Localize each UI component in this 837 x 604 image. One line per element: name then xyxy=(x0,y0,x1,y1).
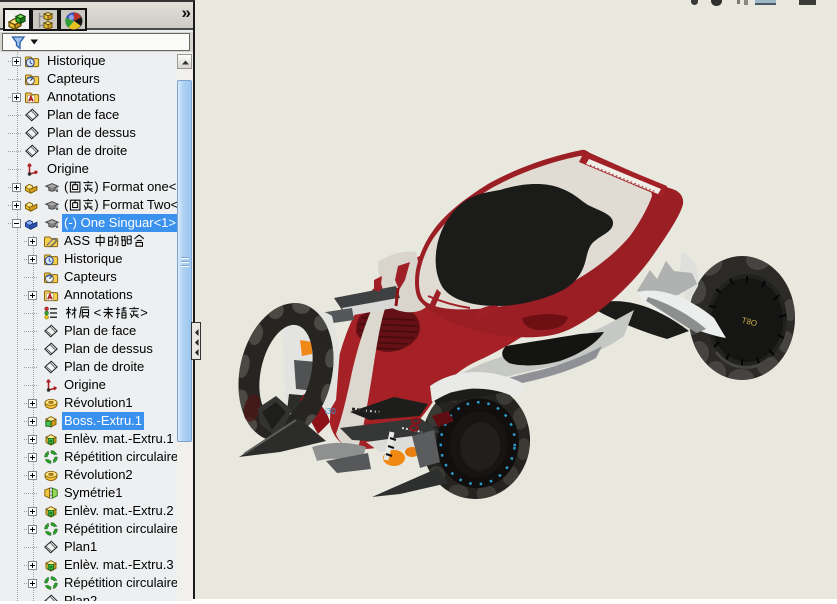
svg-text:i30: i30 xyxy=(325,407,336,416)
